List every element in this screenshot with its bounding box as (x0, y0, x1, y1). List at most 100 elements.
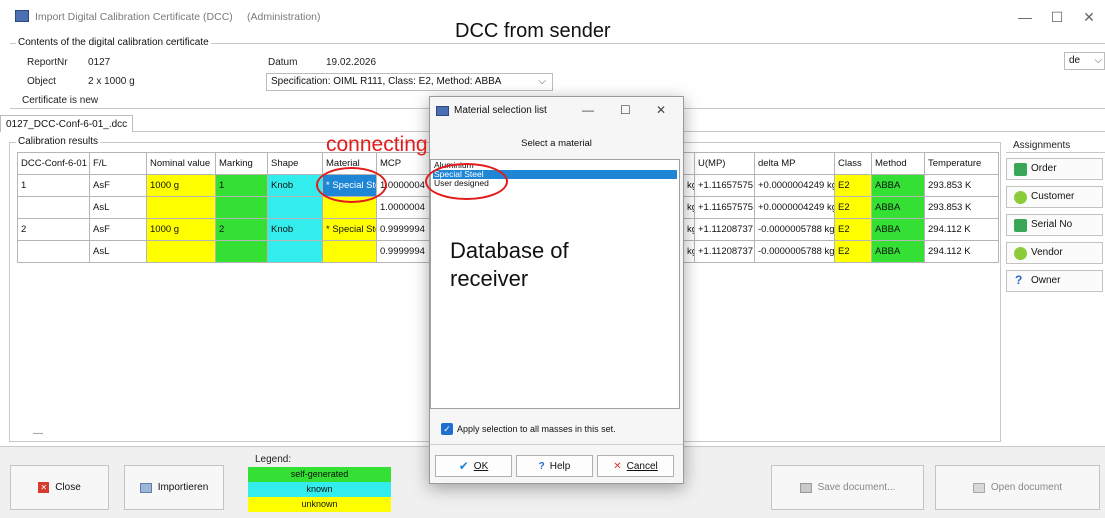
table-cell[interactable]: 1.0000004 (376, 196, 433, 219)
specification-select[interactable]: Specification: OIML R111, Class: E2, Met… (266, 73, 553, 91)
report-value: 0127 (88, 57, 111, 68)
table-cell[interactable]: kg (683, 240, 695, 263)
table-cell[interactable]: AsL (89, 240, 147, 263)
open-document-button[interactable]: Open document (935, 465, 1100, 510)
import-button[interactable]: Importieren (124, 465, 224, 510)
table-cell[interactable]: +1.11208737 (694, 218, 755, 241)
table-cell[interactable]: 1000 g (146, 218, 216, 241)
table-cell[interactable]: +1.11657575 (694, 174, 755, 197)
table-cell[interactable]: AsF (89, 218, 147, 241)
dialog-close-button[interactable]: ✕ (656, 103, 666, 117)
app-icon (15, 10, 29, 22)
table-cell[interactable]: E2 (834, 174, 872, 197)
table-cell[interactable]: * Special Steel (322, 218, 377, 241)
table-cell[interactable]: 2 (17, 218, 90, 241)
table-cell[interactable]: ABBA (871, 174, 925, 197)
annotation-database-line2: receiver (450, 266, 529, 291)
table-cell[interactable]: 293.853 K (924, 174, 999, 197)
table-row[interactable]: AsL 0.9999994 (17, 240, 433, 263)
assignments-label: Assignments (1013, 140, 1071, 151)
table-cell[interactable]: kg (683, 196, 695, 219)
table-cell[interactable]: 1 (17, 174, 90, 197)
open-label: Open document (990, 482, 1063, 493)
table-cell[interactable]: 2 (215, 218, 268, 241)
order-button[interactable]: Order (1006, 158, 1103, 180)
table-row[interactable]: 2 AsF 1000 g 2 Knob * Special Steel 0.99… (17, 218, 433, 241)
table-cell[interactable]: AsL (89, 196, 147, 219)
table-cell[interactable] (267, 240, 323, 263)
table-cell[interactable]: Knob (267, 174, 323, 197)
save-document-button[interactable]: Save document... (771, 465, 924, 510)
table-cell[interactable]: 294.112 K (924, 218, 999, 241)
table-cell[interactable]: E2 (834, 196, 872, 219)
table-cell[interactable]: 294.112 K (924, 240, 999, 263)
table-cell[interactable]: ABBA (871, 218, 925, 241)
assignments-divider (1006, 152, 1105, 153)
annotation-database-line1: Database of (450, 238, 569, 263)
table-cell[interactable]: E2 (834, 240, 872, 263)
table-cell[interactable]: 293.853 K (924, 196, 999, 219)
minimize-button[interactable]: — (1016, 8, 1034, 26)
tab-dcc-file[interactable]: 0127_DCC-Conf-6-01_.dcc (0, 115, 134, 132)
help-button[interactable]: ? Help (516, 455, 593, 477)
table-cell[interactable]: ABBA (871, 240, 925, 263)
apply-all-checkbox[interactable]: ✓ (441, 423, 453, 435)
table-cell[interactable]: 1 (215, 174, 268, 197)
table-row[interactable]: kg +1.11657575 +0.0000004249 kg E2 ABBA … (683, 196, 999, 219)
maximize-button[interactable]: ☐ (1048, 8, 1066, 26)
column-header: delta MP (754, 152, 835, 175)
table-cell[interactable]: +1.11657575 (694, 196, 755, 219)
owner-button[interactable]: ? Owner (1006, 270, 1103, 292)
vendor-button[interactable]: Vendor (1006, 242, 1103, 264)
table-cell[interactable]: +1.11208737 (694, 240, 755, 263)
table-cell[interactable] (267, 196, 323, 219)
table-row[interactable]: kg +1.11208737 -0.0000005788 kg E2 ABBA … (683, 218, 999, 241)
close-button[interactable]: ✕ Close (10, 465, 109, 510)
table-cell[interactable]: -0.0000005788 kg (754, 218, 835, 241)
annotation-connecting: connecting (326, 133, 428, 156)
table-cell[interactable]: kg (683, 218, 695, 241)
import-label: Importieren (157, 482, 209, 493)
column-header: Temperature (924, 152, 999, 175)
table-cell[interactable]: 1000 g (146, 174, 216, 197)
help-icon: ? (538, 460, 545, 472)
language-select[interactable]: de ⌵ (1064, 52, 1105, 70)
date-value: 19.02.2026 (326, 57, 377, 68)
column-header: Marking (215, 152, 268, 175)
cancel-button[interactable]: ✕ Cancel (597, 455, 674, 477)
order-icon (1014, 163, 1027, 176)
calibration-table-left: DCC-Conf-6-01 F/L Nominal value Marking … (17, 152, 433, 263)
close-window-button[interactable]: ✕ (1080, 8, 1098, 26)
serial-no-label: Serial No (1031, 219, 1073, 230)
table-cell[interactable]: AsF (89, 174, 147, 197)
table-cell[interactable] (146, 196, 216, 219)
customer-button[interactable]: Customer (1006, 186, 1103, 208)
owner-label: Owner (1031, 275, 1061, 286)
table-cell[interactable] (215, 196, 268, 219)
table-cell[interactable] (17, 240, 90, 263)
table-cell[interactable] (322, 240, 377, 263)
table-cell[interactable]: 0.9999994 (376, 218, 433, 241)
table-cell[interactable]: Knob (267, 218, 323, 241)
import-icon (139, 482, 152, 493)
table-cell[interactable]: E2 (834, 218, 872, 241)
column-header: Method (871, 152, 925, 175)
dialog-minimize-button[interactable]: — (582, 103, 594, 117)
help-label: Help (549, 460, 571, 472)
ok-button[interactable]: ✔ OK (435, 455, 512, 477)
table-cell[interactable]: +0.0000004249 kg (754, 174, 835, 197)
table-cell[interactable]: -0.0000005788 kg (754, 240, 835, 263)
table-cell[interactable] (146, 240, 216, 263)
table-cell[interactable]: 0.9999994 (376, 240, 433, 263)
column-header: U(MP) (694, 152, 755, 175)
table-row[interactable]: kg +1.11208737 -0.0000005788 kg E2 ABBA … (683, 240, 999, 263)
table-cell[interactable] (17, 196, 90, 219)
table-cell[interactable]: +0.0000004249 kg (754, 196, 835, 219)
dialog-maximize-button[interactable]: ☐ (620, 103, 631, 117)
annotation-ellipse-material (316, 167, 387, 203)
table-cell[interactable]: kg (683, 174, 695, 197)
table-cell[interactable] (215, 240, 268, 263)
table-row[interactable]: kg +1.11657575 +0.0000004249 kg E2 ABBA … (683, 174, 999, 197)
serial-no-button[interactable]: Serial No (1006, 214, 1103, 236)
table-cell[interactable]: ABBA (871, 196, 925, 219)
